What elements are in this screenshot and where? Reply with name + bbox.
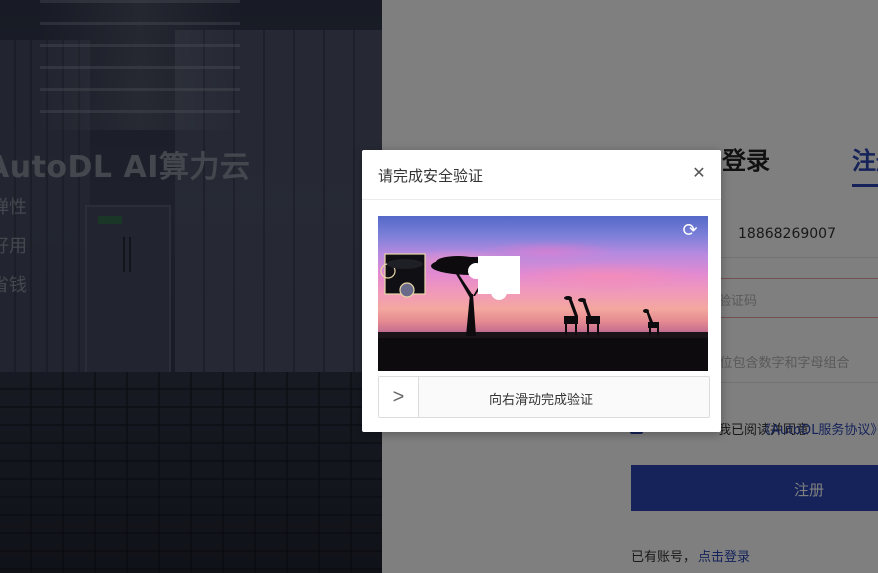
savanna-silhouette	[378, 253, 708, 371]
refresh-icon[interactable]: ⟳	[680, 220, 700, 240]
chevron-right-icon[interactable]: >	[379, 377, 419, 417]
captcha-puzzle-image: ⟳	[378, 216, 708, 371]
close-icon[interactable]: ✕	[689, 164, 709, 184]
page: AutoDL AI算力云 弹性 好用 省钱 登录 注册 18868269007 …	[0, 0, 878, 573]
slider-hint: 向右滑动完成验证	[489, 393, 594, 408]
puzzle-piece[interactable]	[380, 253, 426, 298]
captcha-header: 请完成安全验证 ✕	[362, 150, 721, 200]
captcha-title: 请完成安全验证	[378, 167, 484, 185]
captcha-slider-track[interactable]: > 向右滑动完成验证	[378, 376, 710, 418]
captcha-dialog: 请完成安全验证 ✕ ⟳ > 向右滑动完成验证	[362, 150, 721, 432]
